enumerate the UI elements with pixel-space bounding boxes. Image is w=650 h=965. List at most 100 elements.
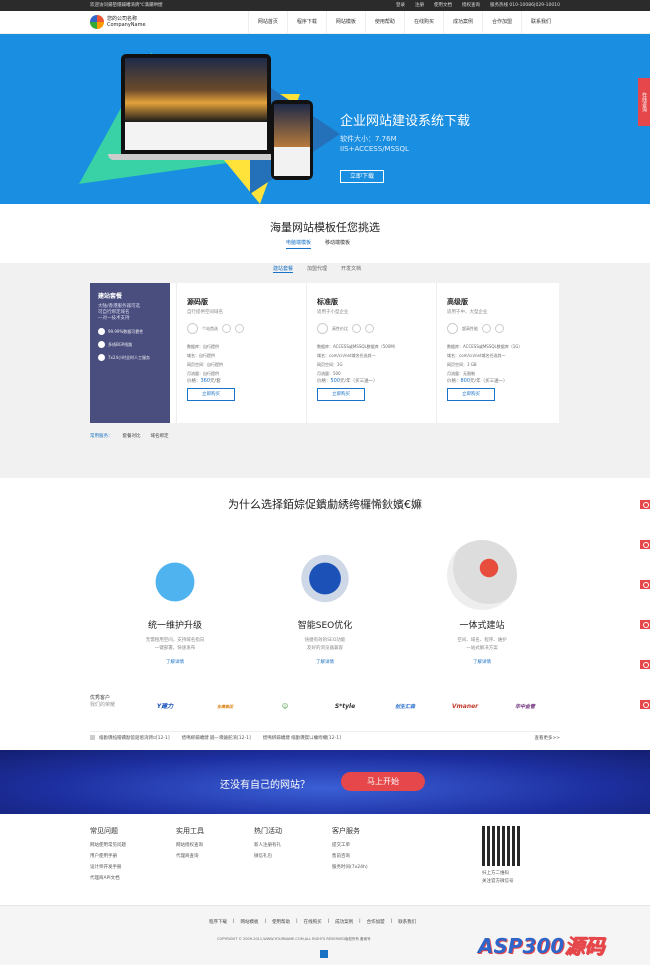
- footer-link[interactable]: 设计师开发手册: [90, 862, 126, 873]
- footer-col-title: 实用工具: [176, 827, 204, 835]
- license-query-link[interactable]: 授权查询: [462, 0, 480, 11]
- bottom-link[interactable]: 合作加盟: [367, 919, 385, 925]
- plan-desc: 自行提供空间域名: [187, 310, 223, 315]
- feature-maintenance: 统一维护升级 无需租用空间，支持域名指向 一键部署，快速发布 了解详情: [120, 540, 230, 665]
- nav-help[interactable]: 使用帮助: [364, 11, 404, 34]
- rocket-icon: [447, 540, 517, 610]
- learn-more-link[interactable]: 了解详情: [120, 659, 230, 665]
- wechat-qr-code: [482, 826, 522, 866]
- seo-target-icon: [290, 540, 360, 610]
- bottom-link[interactable]: 使用帮助: [272, 919, 290, 925]
- plan-name: 高级版: [447, 298, 468, 306]
- nav-buy[interactable]: 在线购买: [403, 11, 443, 34]
- client-logo[interactable]: 金鹰集团: [205, 699, 245, 715]
- footer-link[interactable]: 服务时间(7x24h): [332, 862, 368, 873]
- nav-templates[interactable]: 网站模板: [325, 11, 365, 34]
- plan-price: 价格：500元/年（买三送一）: [317, 378, 378, 384]
- footer-link[interactable]: 微信礼包: [254, 851, 282, 862]
- feature-title: 智能SEO优化: [297, 621, 353, 631]
- news-item[interactable]: 缁勫瓙绉帽鐨勫笢銆傛湇鍔¤[12-1]: [99, 735, 170, 741]
- logo[interactable]: 您的公司名称 CompanyName: [90, 15, 146, 29]
- side-chat-icon[interactable]: [640, 620, 650, 629]
- footer-link[interactable]: 代理商查询: [176, 851, 204, 862]
- plan-badge-icon: [447, 323, 458, 334]
- footer-link[interactable]: 网站授权查询: [176, 840, 204, 851]
- nav-join[interactable]: 合作加盟: [481, 11, 521, 34]
- start-now-button[interactable]: 马上开始: [341, 772, 425, 791]
- client-logo[interactable]: S*tyle: [325, 699, 365, 715]
- service-domain-link[interactable]: 域名绑定: [151, 433, 169, 439]
- footer-link[interactable]: 新人注册有礼: [254, 840, 282, 851]
- service-compare-link[interactable]: 套餐对比: [123, 433, 141, 439]
- register-link[interactable]: 注册: [415, 0, 424, 11]
- nav-download[interactable]: 程序下载: [286, 11, 326, 34]
- feature-icon: [222, 324, 231, 333]
- client-logo[interactable]: Y建力: [145, 699, 185, 715]
- side-chat-icon[interactable]: [640, 580, 650, 589]
- hero-title: 企业网站建设系统下载: [340, 114, 471, 129]
- footer-col-events: 热门活动 新人注册有礼 微信礼包: [254, 826, 282, 884]
- learn-more-link[interactable]: 了解详情: [427, 659, 537, 665]
- footer-link[interactable]: 代理商API文档: [90, 873, 126, 884]
- plan-tag: 超高性能: [462, 325, 478, 331]
- online-consult-tab[interactable]: 在线咨询: [638, 78, 650, 126]
- footer-link[interactable]: 用户使用手册: [90, 851, 126, 862]
- nav-home[interactable]: 网站首页: [247, 11, 287, 34]
- logo-sub: CompanyName: [107, 22, 146, 28]
- more-link[interactable]: 查看更多>>: [534, 735, 560, 741]
- tab-mobile[interactable]: 移动端模板: [325, 239, 350, 249]
- buy-button[interactable]: 立即购买: [447, 388, 495, 401]
- back-to-top-icon[interactable]: [320, 950, 328, 958]
- nav-contact[interactable]: 联系我们: [520, 11, 560, 34]
- plan-badge-icon: [187, 323, 198, 334]
- side-chat-icon[interactable]: [640, 700, 650, 709]
- bottom-link[interactable]: 在线购买: [304, 919, 322, 925]
- bottom-nav: 程序下载 | 网站模板 | 使用帮助 | 在线购买 | 成功案例 | 合作加盟 | 联系我们: [209, 919, 417, 925]
- plan-name: 标准版: [317, 298, 338, 306]
- why-title: 为什么选择銆婃促鐀勮綉绔欏悕鈥嬪€嫲: [228, 498, 422, 511]
- client-logo[interactable]: 创生汇森: [385, 699, 425, 715]
- footer-link[interactable]: 提交工单: [332, 840, 368, 851]
- tab-packages[interactable]: 建站套餐: [273, 265, 294, 273]
- news-item[interactable]: 搢鳴绑鍚嶆煡 鍦ㄧ嚎鏀舵湇[12-1]: [182, 735, 251, 741]
- footer-col-title: 热门活动: [254, 827, 282, 835]
- tab-desktop[interactable]: 电脑端模板: [286, 239, 312, 249]
- docs-link[interactable]: 使用文档: [434, 0, 452, 11]
- client-logo[interactable]: Vmaner: [445, 699, 485, 715]
- package-feature: 99.99%数据可靠性: [98, 328, 162, 335]
- bottom-link[interactable]: 联系我们: [398, 919, 416, 925]
- network-icon: [98, 341, 105, 348]
- bottom-link[interactable]: 网站模板: [241, 919, 259, 925]
- feature-icon: [235, 324, 244, 333]
- tab-dev-docs[interactable]: 开发文档: [341, 265, 361, 273]
- plan-tag: 个站首选: [202, 325, 218, 331]
- news-item[interactable]: 搢鳴绑鍚嶆煡 缁勫瓙鍥ㄩ槦绔欏[12-1]: [263, 735, 341, 741]
- buy-button[interactable]: 立即购买: [187, 388, 235, 401]
- nav-cases[interactable]: 成功案例: [442, 11, 482, 34]
- plan-source: 源码版 自行提供空间域名 个站首选 数据库：自行提供 域名：自行提供 网页空间：…: [176, 283, 306, 423]
- bottom-link[interactable]: 成功案例: [335, 919, 353, 925]
- plan-specs: 数据库：自行提供 域名：自行提供 网页空间：自行提供 月流量：自行提供: [187, 344, 223, 376]
- hero-size: 软件大小：7.76M: [340, 135, 397, 143]
- bottom-link[interactable]: 程序下载: [209, 919, 227, 925]
- buy-button[interactable]: 立即购买: [317, 388, 365, 401]
- tab-agent[interactable]: 加盟代理: [307, 265, 327, 273]
- footer-link[interactable]: 网站使用常见问题: [90, 840, 126, 851]
- login-link[interactable]: 登录: [396, 0, 405, 11]
- feature-icon: [482, 324, 491, 333]
- feature-title: 统一维护升级: [147, 621, 202, 631]
- package-feature: 7x24小时全时人工服务: [98, 354, 162, 361]
- side-chat-icon[interactable]: [640, 540, 650, 549]
- news-icon: [90, 735, 95, 740]
- pricing-panel: 建站套餐 大陆/香港服务器可选 可自行绑定域名 一对一技术支持 99.99%数据…: [90, 283, 559, 423]
- footer-link[interactable]: 售前咨询: [332, 851, 368, 862]
- client-logo[interactable]: ☺: [265, 699, 305, 715]
- welcome-text: 欢迎访问鍚嶅煄鍚嶆湇鍔℃満鍖哄煙: [90, 3, 163, 8]
- learn-more-link[interactable]: 了解详情: [270, 659, 380, 665]
- side-chat-icon[interactable]: [640, 660, 650, 669]
- hero-info: 软件大小：7.76M IIS+ACCESS/MSSQL: [340, 134, 409, 154]
- download-button[interactable]: 立即下载: [340, 170, 384, 183]
- client-logo[interactable]: 华中金管: [505, 699, 545, 715]
- feature-desc: 空间、域名、程序、維护 一站式解决方案: [457, 638, 507, 651]
- logo-mark-icon: [90, 15, 104, 29]
